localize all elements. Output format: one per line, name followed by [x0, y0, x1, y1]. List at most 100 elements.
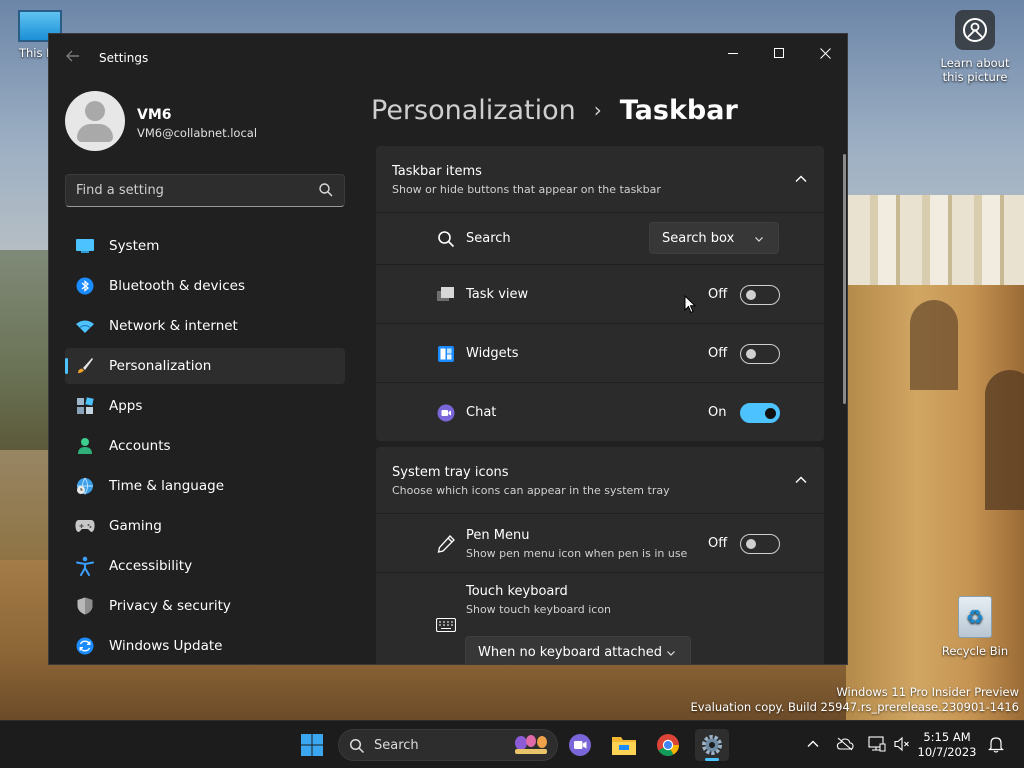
taskbar-chrome[interactable] — [651, 729, 685, 761]
taskbar-settings[interactable] — [695, 729, 729, 761]
nav-item-accessibility[interactable]: Accessibility — [65, 548, 345, 584]
breadcrumb-parent[interactable]: Personalization — [371, 95, 576, 126]
nav-item-system[interactable]: System — [65, 228, 345, 264]
user-profile[interactable]: VM6 VM6@collabnet.local — [65, 91, 365, 151]
clock-date: 10/7/2023 — [917, 745, 977, 759]
cloud-offline-icon — [836, 737, 854, 751]
settings-content: Taskbar items Show or hide buttons that … — [376, 146, 824, 664]
nav-item-windows-update[interactable]: Windows Update — [65, 628, 345, 664]
settings-window: Settings VM6 VM6@collabnet.local System — [48, 33, 848, 665]
nav-item-label: Windows Update — [109, 638, 223, 654]
taskbar-teams-chat[interactable] — [563, 729, 597, 761]
breadcrumb-separator: › — [593, 98, 602, 122]
network-icon — [868, 736, 886, 752]
chevron-up-icon — [807, 740, 819, 747]
dropdown-value: Search box — [662, 230, 735, 246]
search-icon — [436, 229, 456, 249]
toggle-state-label: On — [708, 405, 727, 420]
toggle-state-label: Off — [708, 346, 728, 361]
bell-icon — [988, 736, 1004, 753]
taskbar-clock[interactable]: 5:15 AM 10/7/2023 — [912, 730, 982, 760]
desktop-icon-learn-about-picture[interactable]: Learn about this picture — [938, 10, 1012, 84]
setting-row-widgets: Widgets Off — [376, 323, 824, 382]
nav-item-label: Network & internet — [109, 318, 238, 334]
setting-description: Show touch keyboard icon — [466, 603, 612, 616]
close-button[interactable] — [802, 38, 847, 68]
apps-icon — [75, 396, 95, 416]
wallpaper-arch — [910, 300, 958, 390]
shield-icon — [75, 596, 95, 616]
chat-toggle[interactable] — [740, 403, 780, 423]
chevron-up-icon[interactable] — [794, 473, 808, 487]
widgets-toggle[interactable] — [740, 344, 780, 364]
back-button[interactable] — [63, 48, 83, 68]
tray-overflow-chevron[interactable] — [804, 735, 822, 753]
taskbar: Search 5:15 AM 10/7/2023 — [0, 720, 1024, 768]
chevron-down-icon — [667, 651, 675, 656]
tray-network[interactable] — [868, 735, 886, 753]
taskbar-search-label: Search — [374, 738, 419, 753]
minimize-button[interactable] — [710, 38, 756, 68]
chevron-up-icon[interactable] — [794, 172, 808, 186]
person-icon — [75, 436, 95, 456]
title-bar[interactable]: Settings — [49, 34, 847, 82]
find-setting-box[interactable] — [65, 174, 345, 207]
setting-label: Widgets — [466, 346, 519, 361]
wifi-icon — [75, 316, 95, 336]
search-highlight-icon — [515, 735, 547, 754]
chat-icon — [436, 403, 456, 423]
globe-clock-icon — [75, 476, 95, 496]
setting-label: Search — [466, 231, 511, 246]
recycle-bin-icon: ♻ — [958, 596, 992, 638]
search-mode-dropdown[interactable]: Search box — [649, 222, 779, 254]
desktop-icon-label: Recycle Bin — [941, 644, 1009, 658]
monitor-icon — [75, 236, 95, 256]
desktop-icon-label: Learn about — [940, 56, 1010, 70]
notification-button[interactable] — [987, 735, 1005, 753]
desktop-icon-recycle-bin[interactable]: ♻ Recycle Bin — [940, 596, 1010, 658]
widgets-icon — [436, 344, 456, 364]
nav-item-label: Personalization — [109, 358, 212, 374]
taskbar-items-header[interactable]: Taskbar items Show or hide buttons that … — [376, 146, 824, 212]
nav-item-gaming[interactable]: Gaming — [65, 508, 345, 544]
nav-item-apps[interactable]: Apps — [65, 388, 345, 424]
setting-row-touch-keyboard: Touch keyboard Show touch keyboard icon … — [376, 572, 824, 664]
nav-item-label: Bluetooth & devices — [109, 278, 246, 294]
touch-keyboard-dropdown[interactable]: When no keyboard attached — [465, 636, 691, 664]
system-tray-icons-header[interactable]: System tray icons Choose which icons can… — [376, 447, 824, 513]
breadcrumb: Personalization › Taskbar — [371, 90, 738, 130]
tray-onedrive[interactable] — [836, 735, 854, 753]
find-setting-input[interactable] — [66, 175, 306, 206]
minimize-icon — [727, 52, 738, 54]
brush-icon — [75, 356, 95, 376]
os-watermark: Windows 11 Pro Insider Preview Evaluatio… — [691, 685, 1019, 715]
maximize-button[interactable] — [756, 38, 802, 68]
nav-item-privacy-security[interactable]: Privacy & security — [65, 588, 345, 624]
taskbar-search[interactable]: Search — [338, 729, 558, 761]
avatar — [65, 91, 125, 151]
setting-label: Pen Menu — [466, 528, 530, 543]
nav-item-bluetooth-devices[interactable]: Bluetooth & devices — [65, 268, 345, 304]
watermark-build: Evaluation copy. Build 25947.rs_prerelea… — [690, 700, 1019, 714]
user-name: VM6 — [137, 107, 172, 123]
tray-volume[interactable] — [893, 735, 911, 753]
settings-nav: System Bluetooth & devices Network & int… — [65, 228, 345, 664]
chevron-down-icon — [755, 237, 763, 242]
desktop-icon-label: this picture — [942, 70, 1008, 84]
group-subtitle: Choose which icons can appear in the sys… — [392, 484, 670, 497]
nav-item-personalization[interactable]: Personalization — [65, 348, 345, 384]
task-view-toggle[interactable] — [740, 285, 780, 305]
taskbar-file-explorer[interactable] — [607, 729, 641, 761]
nav-item-accounts[interactable]: Accounts — [65, 428, 345, 464]
start-button[interactable] — [295, 729, 329, 761]
volume-muted-icon — [894, 736, 909, 752]
toggle-state-label: Off — [708, 287, 728, 302]
nav-item-time-language[interactable]: Time & language — [65, 468, 345, 504]
content-scrollbar[interactable] — [843, 154, 846, 404]
pen-menu-toggle[interactable] — [740, 534, 780, 554]
arrow-left-icon — [66, 50, 79, 62]
nav-item-label: Time & language — [109, 478, 225, 494]
wallpaper-town — [848, 195, 1024, 285]
close-icon — [819, 47, 831, 59]
nav-item-network-internet[interactable]: Network & internet — [65, 308, 345, 344]
